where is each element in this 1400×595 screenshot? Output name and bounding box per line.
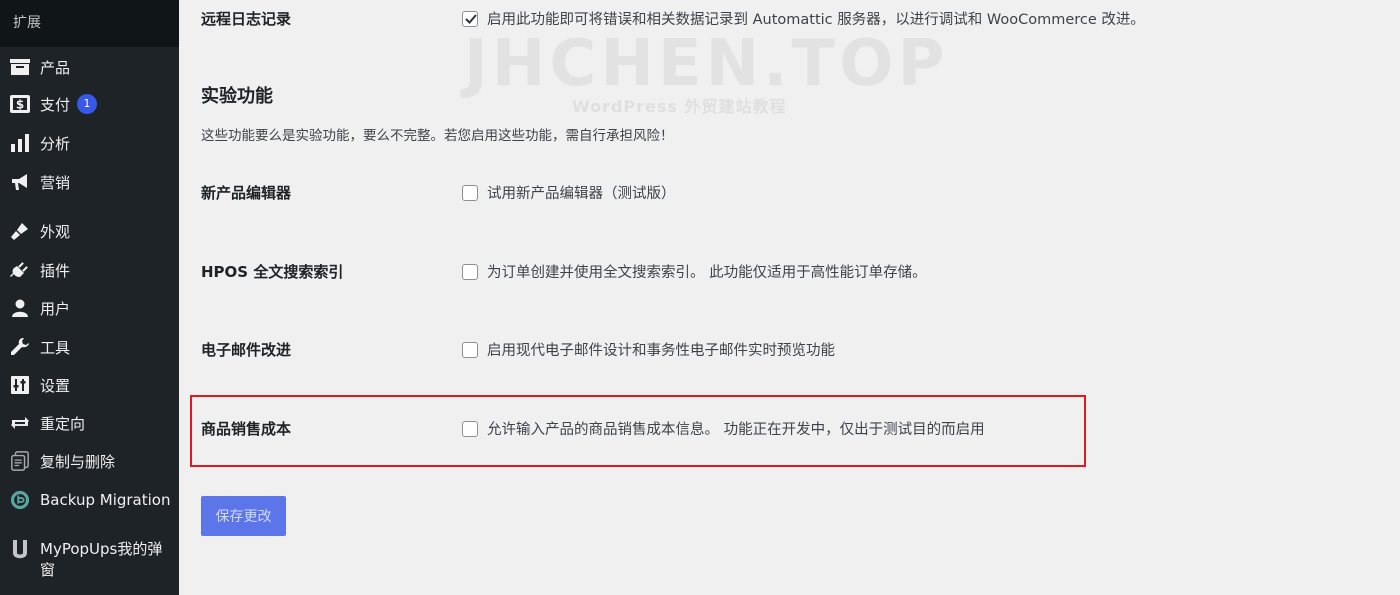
sidebar-item-label: 设置: [40, 376, 71, 395]
email-improvements-text: 启用现代电子邮件设计和事务性电子邮件实时预览功能: [487, 343, 835, 359]
remote-logging-checkbox[interactable]: [462, 10, 478, 27]
redirect-icon: [10, 413, 30, 433]
save-changes-button[interactable]: 保存更改: [201, 496, 286, 536]
sidebar-item-analytics[interactable]: 分析: [0, 128, 179, 158]
settings-icon: [10, 375, 30, 395]
wrench-icon: [10, 337, 30, 357]
notification-badge: 1: [77, 94, 98, 114]
sidebar-item-label: 工具: [40, 338, 71, 357]
sidebar-item-label: 营销: [40, 173, 71, 192]
cost-of-goods-label: 商品销售成本: [201, 420, 292, 438]
paintbrush-icon: [10, 221, 30, 241]
sidebar-item-label: 外观: [40, 222, 71, 241]
sidebar-item-marketing[interactable]: 营销: [0, 167, 179, 197]
sidebar-item-copy-delete[interactable]: 复制与删除: [0, 446, 179, 476]
mypopups-icon: [10, 540, 30, 560]
sidebar-item-label: MyPopUps我的弹窗: [40, 540, 163, 579]
new-product-editor-label: 新产品编辑器: [201, 184, 292, 202]
sidebar-item-label: 重定向: [40, 414, 86, 433]
sidebar-item-label: 复制与删除: [40, 452, 116, 471]
sidebar-item-users[interactable]: 用户: [0, 293, 179, 323]
hpos-search-index-checkbox[interactable]: [462, 263, 478, 280]
sidebar-item-label: 支付: [40, 95, 71, 114]
sidebar-item-label: 分析: [40, 134, 71, 153]
sidebar-item-products[interactable]: 产品: [0, 52, 179, 82]
cost-of-goods-checkbox[interactable]: [462, 420, 478, 437]
watermark: JHCHEN.TOP: [464, 27, 949, 101]
settings-content: JHCHEN.TOP WordPress 外贸建站教程 远程日志记录 启用此功能…: [179, 0, 1400, 595]
sidebar-item-label: 产品: [40, 58, 71, 77]
svg-text:$: $: [16, 98, 24, 112]
new-product-editor-checkbox[interactable]: [462, 184, 478, 201]
remote-logging-option[interactable]: 启用此功能即可将错误和相关数据记录到 Automattic 服务器，以进行调试和…: [462, 8, 1145, 29]
section-title: 实验功能: [201, 86, 273, 107]
sidebar-item-label: 用户: [40, 299, 71, 318]
sidebar-item-settings[interactable]: 设置: [0, 370, 179, 400]
copy-delete-icon: [10, 451, 30, 471]
hpos-search-index-text: 为订单创建并使用全文搜索索引。 此功能仅适用于高性能订单存储。: [487, 265, 927, 281]
sidebar-item-plugins[interactable]: 插件: [0, 255, 179, 285]
sidebar-item-backup-migration[interactable]: Backup Migration: [0, 485, 179, 515]
sidebar-item-mypopups[interactable]: MyPopUps我的弹窗: [0, 539, 179, 583]
sidebar-item-payments[interactable]: $ 支付 1: [0, 89, 179, 119]
remote-logging-label: 远程日志记录: [201, 10, 292, 28]
megaphone-icon: [10, 172, 30, 192]
new-product-editor-text: 试用新产品编辑器（测试版）: [487, 186, 676, 202]
plugin-icon: [10, 260, 30, 280]
watermark-subtitle: WordPress 外贸建站教程: [572, 97, 787, 116]
sidebar-item-label: 插件: [40, 261, 71, 280]
email-improvements-option[interactable]: 启用现代电子邮件设计和事务性电子邮件实时预览功能: [462, 339, 835, 360]
sidebar-item-extensions[interactable]: 扩展: [0, 0, 179, 47]
hpos-search-index-option[interactable]: 为订单创建并使用全文搜索索引。 此功能仅适用于高性能订单存储。: [462, 261, 927, 282]
backup-icon: [10, 490, 30, 510]
admin-sidebar: 扩展 产品 $ 支付 1 分析 营销 外观 插件 用户 工具 设置 重定向 复制…: [0, 0, 179, 595]
bar-chart-icon: [10, 133, 30, 153]
sidebar-item-redirection[interactable]: 重定向: [0, 408, 179, 438]
cost-of-goods-option[interactable]: 允许输入产品的商品销售成本信息。 功能正在开发中，仅出于测试目的而启用: [462, 418, 985, 439]
user-icon: [10, 298, 30, 318]
sidebar-item-label: Backup Migration: [40, 491, 171, 509]
checkmark-icon: [465, 13, 477, 24]
new-product-editor-option[interactable]: 试用新产品编辑器（测试版）: [462, 182, 676, 203]
hpos-search-index-label: HPOS 全文搜索索引: [201, 263, 344, 281]
section-description: 这些功能要么是实验功能，要么不完整。若您启用这些功能，需自行承担风险！: [201, 128, 674, 144]
email-improvements-checkbox[interactable]: [462, 341, 478, 358]
email-improvements-label: 电子邮件改进: [201, 341, 292, 359]
dollar-icon: $: [10, 94, 30, 114]
cost-of-goods-text: 允许输入产品的商品销售成本信息。 功能正在开发中，仅出于测试目的而启用: [487, 422, 985, 438]
sidebar-item-appearance[interactable]: 外观: [0, 216, 179, 246]
archive-icon: [10, 57, 30, 77]
remote-logging-text: 启用此功能即可将错误和相关数据记录到 Automattic 服务器，以进行调试和…: [487, 12, 1145, 28]
sidebar-item-tools[interactable]: 工具: [0, 332, 179, 362]
